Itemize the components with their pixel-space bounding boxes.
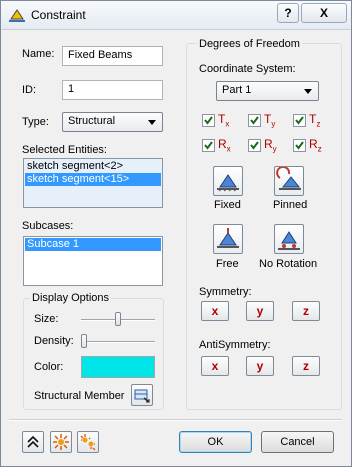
dof-title: Degrees of Freedom	[197, 38, 302, 50]
window-title: Constraint	[31, 8, 86, 22]
rz-checkbox[interactable]	[293, 139, 306, 152]
highlight-all-button[interactable]	[77, 431, 99, 453]
collapse-button[interactable]	[22, 431, 44, 453]
antisymmetry-x-button[interactable]: x	[201, 356, 229, 376]
id-label: ID:	[22, 84, 37, 96]
structural-member-label: Structural Member	[34, 390, 125, 402]
rz-label: Rz	[309, 137, 322, 154]
ok-button[interactable]: OK	[179, 431, 252, 453]
check-icon	[250, 141, 259, 150]
constraint-dialog: Constraint ? X Name: Fixed Beams ID: 1 T…	[0, 0, 352, 467]
ty-label: Ty	[264, 112, 276, 129]
id-field[interactable]: 1	[62, 80, 163, 100]
pinned-label: Pinned	[273, 199, 308, 211]
multi-starburst-icon	[80, 434, 96, 451]
fixed-label: Fixed	[214, 199, 241, 211]
antisymmetry-label: AntiSymmetry:	[199, 339, 271, 351]
chevron-down-icon	[148, 120, 156, 125]
list-item[interactable]: sketch segment<2>	[25, 160, 161, 173]
size-slider-thumb[interactable]	[115, 312, 121, 326]
coordinate-system-label: Coordinate System:	[199, 63, 296, 75]
beam-icon	[134, 389, 150, 403]
type-label: Type:	[22, 116, 49, 128]
color-label: Color:	[34, 361, 64, 373]
double-chevron-up-icon	[27, 435, 39, 448]
selected-entities-list[interactable]: sketch segment<2> sketch segment<15>	[23, 158, 163, 208]
structural-member-button[interactable]	[131, 384, 153, 406]
ry-label: Ry	[264, 137, 277, 154]
rx-checkbox[interactable]	[202, 139, 215, 152]
density-slider-track	[81, 341, 155, 343]
density-label: Density:	[34, 335, 74, 347]
ty-checkbox[interactable]	[248, 114, 261, 127]
name-label: Name:	[22, 48, 55, 60]
check-icon	[295, 116, 304, 125]
density-slider-thumb[interactable]	[81, 334, 87, 348]
size-label: Size:	[34, 313, 59, 325]
pinned-preset-button[interactable]	[274, 165, 304, 196]
type-dropdown[interactable]: Structural	[62, 112, 163, 132]
title-bar[interactable]: Constraint ? X	[1, 1, 351, 30]
starburst-icon	[53, 434, 69, 450]
symmetry-label: Symmetry:	[199, 286, 252, 298]
check-icon	[295, 141, 304, 150]
subcases-list[interactable]: Subcase 1	[23, 236, 163, 286]
close-button[interactable]: X	[301, 3, 347, 23]
rx-label: Rx	[218, 137, 231, 154]
selected-entities-label: Selected Entities:	[22, 144, 107, 156]
fixed-preset-button[interactable]	[213, 166, 243, 196]
color-swatch[interactable]	[81, 356, 155, 378]
tx-checkbox[interactable]	[202, 114, 215, 127]
free-preset-button[interactable]	[213, 224, 243, 254]
coordinate-system-value: Part 1	[222, 84, 252, 96]
tz-label: Tz	[309, 112, 321, 129]
tx-label: Tx	[218, 112, 230, 129]
list-item[interactable]: Subcase 1	[25, 238, 161, 251]
constraint-app-icon	[8, 7, 26, 23]
pinned-support-icon	[276, 165, 301, 190]
coordinate-system-dropdown[interactable]: Part 1	[216, 81, 319, 101]
check-icon	[204, 116, 213, 125]
display-options-title: Display Options	[30, 292, 112, 304]
name-field[interactable]: Fixed Beams	[62, 46, 163, 66]
ry-checkbox[interactable]	[248, 139, 261, 152]
type-value: Structural	[68, 115, 116, 127]
no-rotation-preset-button[interactable]	[274, 224, 304, 254]
list-item[interactable]: sketch segment<15>	[25, 173, 161, 186]
fixed-support-icon	[217, 174, 239, 192]
chevron-down-icon	[304, 89, 312, 94]
symmetry-x-button[interactable]: x	[201, 301, 229, 321]
symmetry-y-button[interactable]: y	[246, 301, 274, 321]
check-icon	[204, 141, 213, 150]
free-label: Free	[216, 258, 239, 270]
tz-checkbox[interactable]	[293, 114, 306, 127]
subcases-label: Subcases:	[22, 220, 74, 232]
cancel-button[interactable]: Cancel	[261, 431, 334, 453]
help-button[interactable]: ?	[277, 3, 299, 23]
antisymmetry-z-button[interactable]: z	[292, 356, 320, 376]
check-icon	[250, 116, 259, 125]
no-rotation-support-icon	[278, 231, 300, 250]
no-rotation-label: No Rotation	[259, 258, 318, 270]
antisymmetry-y-button[interactable]: y	[246, 356, 274, 376]
symmetry-z-button[interactable]: z	[292, 301, 320, 321]
footer-divider	[9, 419, 342, 421]
free-support-icon	[217, 228, 239, 248]
highlight-button[interactable]	[50, 431, 72, 453]
